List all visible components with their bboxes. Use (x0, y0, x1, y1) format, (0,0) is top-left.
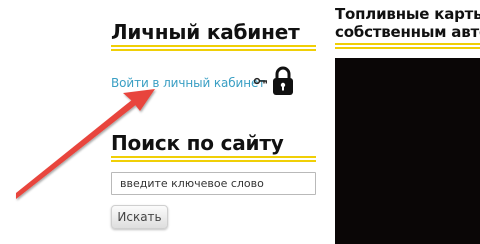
annotation-arrow (16, 89, 155, 199)
